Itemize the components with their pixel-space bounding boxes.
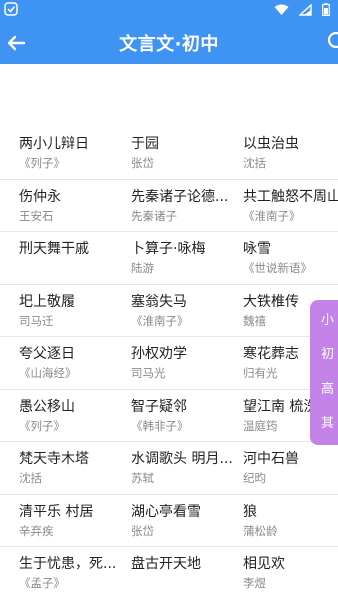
article-title: 智子疑邻	[131, 398, 187, 415]
app-bar: 文言文·初中	[0, 0, 338, 64]
article-item[interactable]: 两小儿辩日 《列子》	[19, 135, 131, 171]
article-item[interactable]: 刑天舞干戚	[19, 240, 131, 261]
article-item[interactable]: 相见欢 李煜	[243, 555, 338, 591]
article-author: 《列子》	[19, 418, 65, 433]
article-author: 《淮南子》	[243, 208, 301, 223]
grid-row: 生于忧患，死... 《孟子》 盘古开天地 相见欢李煜	[0, 547, 338, 599]
article-item[interactable]: 河中石兽 纪昀	[243, 450, 338, 486]
battery-icon	[322, 3, 330, 16]
index-item-junior[interactable]: 初	[321, 348, 334, 362]
article-author: 张岱	[131, 523, 154, 538]
status-bar	[0, 2, 338, 20]
article-title: 相见欢	[243, 556, 285, 572]
grid-row: 圯上敬履 司马迁 塞翁失马 《淮南子》 大铁椎传 魏禧	[0, 285, 338, 337]
grid-row: 愚公移山 《列子》 智子疑邻 《韩非子》 望江南 梳洗罢 温庭筠	[0, 390, 338, 442]
article-title: 于园	[131, 136, 159, 152]
article-item[interactable]: 先秦诸子论德... 先秦诸子	[131, 188, 243, 224]
article-title: 愚公移山	[19, 398, 75, 415]
article-title: 狼	[243, 503, 257, 520]
article-author: 沈括	[19, 471, 42, 485]
article-title: 咏雪	[243, 241, 271, 257]
article-author: 《山海经》	[19, 366, 77, 380]
level-index-bar: 小 初 高 其	[310, 300, 338, 445]
article-grid: 两小儿辩日 《列子》 于园 张岱 以虫治虫 沈括 伤仲永 王安石 先秦诸子论德... 先秦…	[0, 127, 338, 599]
article-author: 《列子》	[19, 156, 65, 170]
article-title: 先秦诸子论德...	[131, 188, 229, 205]
index-item-primary[interactable]: 小	[321, 314, 334, 328]
index-item-other[interactable]: 其	[321, 417, 334, 431]
grid-row: 刑天舞干戚 卜算子·咏梅 陆游 咏雪《世说新语》	[0, 232, 338, 285]
article-author: 沈括	[243, 156, 266, 170]
article-title: 生于忧患，死...	[19, 556, 117, 572]
grid-row: 梵天寺木塔沈括 水调歌头 明月... 苏轼 河中石兽纪昀	[0, 442, 338, 495]
article-title: 湖心亭看雪	[131, 503, 201, 520]
article-item[interactable]: 狼蒲松龄	[243, 503, 338, 539]
article-title: 河中石兽	[243, 451, 299, 467]
article-author: 王安石	[19, 208, 54, 223]
article-author: 陆游	[131, 261, 154, 275]
article-author: 司马迁	[19, 313, 54, 328]
grid-row: 伤仲永王安石 先秦诸子论德... 先秦诸子 共工触怒不周山 《淮南子》	[0, 180, 338, 232]
article-title: 圯上敬履	[19, 293, 75, 310]
article-title: 塞翁失马	[131, 293, 187, 310]
grid-row: 夸父逐日 《山海经》 孙权劝学 司马光 寒花葬志 归有光	[0, 337, 338, 390]
article-item[interactable]: 伤仲永 王安石	[19, 188, 131, 224]
article-item[interactable]: 共工触怒不周山 《淮南子》	[243, 188, 338, 224]
article-author: 李煜	[243, 576, 266, 590]
app-notification-icon	[4, 2, 18, 16]
article-item[interactable]: 于园 张岱	[131, 135, 243, 171]
article-title: 共工触怒不周山	[243, 188, 338, 205]
article-item[interactable]: 圯上敬履 司马迁	[19, 293, 131, 329]
grid-row: 两小儿辩日《列子》 于园张岱 以虫治虫沈括	[0, 127, 338, 180]
article-author: 司马光	[131, 366, 166, 380]
article-author: 苏轼	[131, 471, 154, 485]
article-title: 以虫治虫	[243, 136, 299, 152]
article-title: 清平乐 村居	[19, 503, 94, 520]
article-item[interactable]: 卜算子·咏梅 陆游	[131, 240, 243, 276]
article-title: 卜算子·咏梅	[131, 241, 206, 257]
article-item[interactable]: 湖心亭看雪 张岱	[131, 503, 243, 539]
article-item[interactable]: 梵天寺木塔 沈括	[19, 450, 131, 486]
article-item[interactable]: 智子疑邻 《韩非子》	[131, 398, 243, 434]
page-title: 文言文·初中	[119, 34, 219, 55]
grid-row: 清平乐 村居 辛弃疾 湖心亭看雪张岱 狼蒲松龄	[0, 495, 338, 547]
article-title: 夸父逐日	[19, 346, 75, 362]
article-item[interactable]: 水调歌头 明月... 苏轼	[131, 450, 243, 486]
signal-icon	[299, 3, 312, 16]
article-item[interactable]: 夸父逐日 《山海经》	[19, 345, 131, 381]
article-author: 《淮南子》	[131, 313, 189, 328]
article-item[interactable]: 孙权劝学 司马光	[131, 345, 243, 381]
article-author: 先秦诸子	[131, 208, 177, 223]
article-title: 水调歌头 明月...	[131, 451, 233, 467]
article-item[interactable]: 愚公移山 《列子》	[19, 398, 131, 434]
article-author: 纪昀	[243, 471, 266, 485]
article-item[interactable]: 塞翁失马 《淮南子》	[131, 293, 243, 329]
article-title: 两小儿辩日	[19, 136, 89, 152]
article-title: 梵天寺木塔	[19, 451, 89, 467]
article-title: 伤仲永	[19, 188, 61, 205]
article-item[interactable]: 咏雪 《世说新语》	[243, 240, 338, 276]
article-author: 辛弃疾	[19, 523, 54, 538]
article-title: 盘古开天地	[131, 556, 201, 572]
article-author: 蒲松龄	[243, 523, 278, 538]
article-author: 《孟子》	[19, 576, 65, 590]
wifi-icon	[274, 4, 289, 15]
article-item[interactable]: 生于忧患，死... 《孟子》	[19, 555, 131, 591]
article-item[interactable]: 盘古开天地	[131, 555, 243, 576]
article-author: 《韩非子》	[131, 418, 189, 433]
article-title: 刑天舞干戚	[19, 241, 89, 257]
article-title: 孙权劝学	[131, 346, 187, 362]
article-author: 《世说新语》	[243, 261, 312, 275]
article-item[interactable]: 以虫治虫 沈括	[243, 135, 338, 171]
article-item[interactable]: 清平乐 村居 辛弃疾	[19, 503, 131, 539]
article-author: 张岱	[131, 156, 154, 170]
search-icon[interactable]	[326, 30, 338, 52]
index-item-senior[interactable]: 高	[321, 383, 334, 397]
